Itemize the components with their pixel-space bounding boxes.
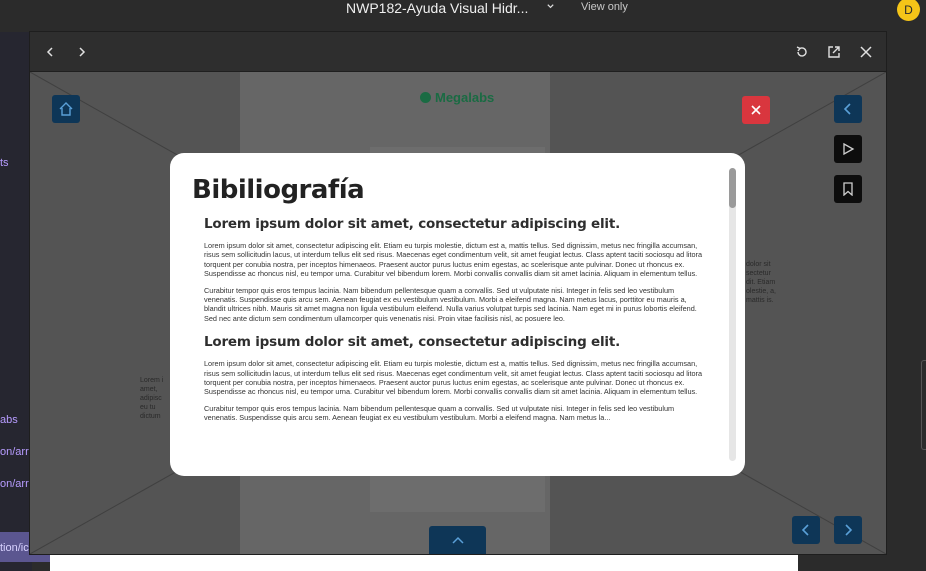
play-button[interactable] bbox=[834, 135, 862, 163]
bibliography-section: Lorem ipsum dolor sit amet, consectetur … bbox=[204, 215, 707, 323]
section-heading: Lorem ipsum dolor sit amet, consectetur … bbox=[204, 216, 621, 232]
sidebar-item[interactable]: abs bbox=[0, 414, 18, 426]
section-paragraph: Curabitur tempor quis eros tempus lacini… bbox=[204, 285, 697, 323]
close-icon[interactable] bbox=[856, 42, 876, 62]
chevron-down-icon[interactable] bbox=[546, 2, 555, 11]
sidebar-item[interactable]: on/arr. bbox=[0, 478, 31, 490]
bibliography-modal: Bibiliografía Lorem ipsum dolor sit amet… bbox=[170, 153, 745, 476]
play-icon bbox=[843, 142, 855, 156]
reload-icon[interactable] bbox=[792, 42, 812, 62]
close-icon bbox=[751, 105, 761, 115]
viewer-toolbar bbox=[30, 32, 886, 72]
close-slide-button[interactable] bbox=[742, 96, 770, 124]
bookmark-button[interactable] bbox=[834, 175, 862, 203]
modal-title: Bibiliografía bbox=[192, 175, 365, 205]
scrollbar-thumb[interactable] bbox=[729, 168, 736, 208]
modal-scroll-content[interactable]: Lorem ipsum dolor sit amet, consectetur … bbox=[204, 215, 707, 460]
modal-scrollbar[interactable] bbox=[729, 168, 736, 461]
section-heading: Lorem ipsum dolor sit amet, consectetur … bbox=[204, 334, 621, 351]
section-paragraph: Curabitur tempor quis eros tempus lacini… bbox=[204, 403, 675, 423]
scroll-up-button[interactable] bbox=[429, 526, 486, 554]
side-panel-handle[interactable] bbox=[921, 360, 926, 450]
chevron-right-icon[interactable] bbox=[72, 42, 92, 62]
chevron-left-icon[interactable] bbox=[40, 42, 60, 62]
chevron-left-icon bbox=[843, 103, 851, 115]
home-button[interactable] bbox=[52, 95, 80, 123]
sidebar-item[interactable]: ts bbox=[0, 157, 9, 169]
chevron-up-icon bbox=[451, 536, 464, 544]
background-text: dolor sit sectetur dit. Etiam olestie, a… bbox=[746, 261, 776, 304]
brand-logo: Megalabs bbox=[420, 90, 494, 105]
section-paragraph: Lorem ipsum dolor sit amet, consectetur … bbox=[204, 359, 703, 397]
document-title[interactable]: NWP182-Ayuda Visual Hidr... bbox=[346, 0, 528, 16]
sidebar-item[interactable]: on/arr. bbox=[0, 446, 31, 458]
view-only-label: View only bbox=[581, 1, 628, 13]
background-text: Lorem i amet, adipisc eu tu dictum bbox=[140, 377, 164, 420]
next-page-button[interactable] bbox=[834, 516, 862, 544]
background-card bbox=[50, 553, 798, 571]
chevron-left-icon bbox=[801, 524, 809, 536]
bibliography-section: Lorem ipsum dolor sit amet, consectetur … bbox=[204, 333, 707, 422]
section-paragraph: Lorem ipsum dolor sit amet, consectetur … bbox=[204, 241, 703, 279]
external-link-icon[interactable] bbox=[824, 42, 844, 62]
sidebar-item[interactable]: tion/ic bbox=[0, 542, 29, 554]
home-icon bbox=[59, 102, 73, 116]
avatar[interactable]: D bbox=[897, 0, 920, 21]
background-sidebar bbox=[0, 32, 32, 571]
brand-name: Megalabs bbox=[435, 90, 495, 105]
previous-page-button[interactable] bbox=[792, 516, 820, 544]
app-topbar: NWP182-Ayuda Visual Hidr... View only D bbox=[0, 0, 926, 32]
megalabs-logo-icon bbox=[420, 92, 431, 103]
chevron-right-icon bbox=[845, 524, 853, 536]
previous-button[interactable] bbox=[834, 95, 862, 123]
bookmark-icon bbox=[843, 182, 853, 196]
